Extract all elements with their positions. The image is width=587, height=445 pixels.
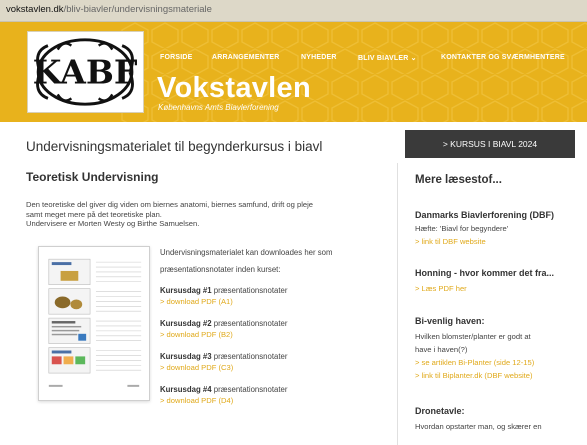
sidebar-drone-title: Dronetavle:	[415, 406, 465, 416]
site-title[interactable]: Vokstavlen	[157, 72, 311, 105]
dbf-website-link[interactable]: > link til DBF website	[415, 235, 554, 248]
intro-line-3: Undervisere er Morten Westy og Birthe Sa…	[26, 219, 200, 228]
course-desc: præsentationsnotater	[213, 286, 288, 295]
logo-emblem: KABF	[33, 38, 138, 106]
site-header: KABF FORSIDE ARRANGEMENTER NYHEDER BLIV …	[0, 22, 587, 122]
course-day-label: Kursusdag #3	[160, 352, 212, 361]
course-item-3: Kursusdag #3 præsentationsnotater > down…	[160, 351, 390, 373]
sidebar-garden-text-2: have i haven(?)	[415, 345, 468, 354]
course-desc: præsentationsnotater	[213, 352, 288, 361]
course-day-label: Kursusdag #2	[160, 319, 212, 328]
course-item-2: Kursusdag #2 præsentationsnotater > down…	[160, 318, 390, 340]
chevron-down-icon: ⌄	[410, 55, 417, 62]
course-2024-button[interactable]: > KURSUS I BIAVL 2024	[405, 130, 575, 158]
bi-planter-article-link[interactable]: > se artiklen Bi-Planter (side 12-15)	[415, 356, 534, 369]
browser-address-bar[interactable]: vokstavlen.dk/bliv-biavler/undervisnings…	[0, 0, 587, 22]
download-link-a1[interactable]: > download PDF (A1)	[160, 296, 390, 307]
intro-line-2: samt meget mere på det teoretiske plan.	[26, 209, 162, 219]
sidebar-heading: Mere læsestof...	[415, 174, 502, 186]
sidebar-honey-title: Honning - hvor kommer det fra...	[415, 268, 555, 278]
intro-line-1: Den teoretiske del giver dig viden om bi…	[26, 200, 314, 209]
download-intro-text: Undervisningsmaterialet kan downloades h…	[160, 248, 333, 274]
course-desc: præsentationsnotater	[213, 385, 288, 394]
course-desc: præsentationsnotater	[213, 319, 288, 328]
presentation-thumbnail	[38, 246, 150, 401]
column-divider	[397, 163, 398, 445]
sidebar-garden-title: Bi-venlig haven:	[415, 316, 485, 326]
url-path: /bliv-biavler/undervisningsmateriale	[63, 4, 212, 15]
sidebar-dbf-title: Danmarks Biavlerforening (DBF)	[415, 210, 555, 220]
page-title: Undervisningsmaterialet til begynderkurs…	[26, 139, 323, 154]
logo-letters: KABF	[33, 53, 138, 92]
intro-text: Den teoretiske del giver dig viden om bi…	[26, 200, 386, 229]
nav-item-nyheder[interactable]: NYHEDER	[301, 54, 337, 61]
course-item-1: Kursusdag #1 præsentationsnotater > down…	[160, 285, 390, 307]
slides-preview-image	[48, 258, 142, 387]
sidebar-garden-text-1: Hvilken blomster/planter er godt at	[415, 332, 531, 341]
sidebar-dbf-block: Danmarks Biavlerforening (DBF) Hæfte: 'B…	[415, 210, 554, 248]
download-link-d4[interactable]: > download PDF (D4)	[160, 395, 390, 406]
sidebar-garden-block: Bi-venlig haven: Hvilken blomster/plante…	[415, 316, 534, 382]
download-link-c3[interactable]: > download PDF (C3)	[160, 362, 390, 373]
site-subtitle: Københavns Amts Biavlerforening	[158, 103, 279, 112]
biplanter-website-link[interactable]: > link til Biplanter.dk (DBF website)	[415, 369, 534, 382]
course-day-label: Kursusdag #4	[160, 385, 212, 394]
nav-item-bliv-biavler-label: BLIV BIAVLER	[358, 55, 409, 62]
section-title: Teoretisk Undervisning	[26, 170, 159, 184]
site-logo[interactable]: KABF	[27, 31, 144, 113]
sidebar-honey-block: Honning - hvor kommer det fra... > Læs P…	[415, 268, 554, 295]
url-host: vokstavlen.dk	[6, 4, 64, 15]
nav-item-arrangementer[interactable]: ARRANGEMENTER	[212, 54, 280, 61]
course-item-4: Kursusdag #4 præsentationsnotater > down…	[160, 384, 390, 406]
download-link-b2[interactable]: > download PDF (B2)	[160, 329, 390, 340]
nav-item-forside[interactable]: FORSIDE	[160, 54, 193, 61]
sidebar-drone-block: Dronetavle: Hvordan opstarter man, og sk…	[415, 406, 542, 433]
course-day-label: Kursusdag #1	[160, 286, 212, 295]
sidebar-dbf-text: Hæfte: 'Biavl for begyndere'	[415, 224, 509, 233]
honey-pdf-link[interactable]: > Læs PDF her	[415, 282, 554, 295]
url-text[interactable]: vokstavlen.dk/bliv-biavler/undervisnings…	[6, 4, 212, 15]
nav-item-kontakter[interactable]: KONTAKTER OG SVÆRMHENTERE	[441, 54, 565, 61]
sidebar-drone-text: Hvordan opstarter man, og skærer en	[415, 422, 542, 431]
nav-item-bliv-biavler[interactable]: BLIV BIAVLER ⌄	[358, 54, 417, 62]
